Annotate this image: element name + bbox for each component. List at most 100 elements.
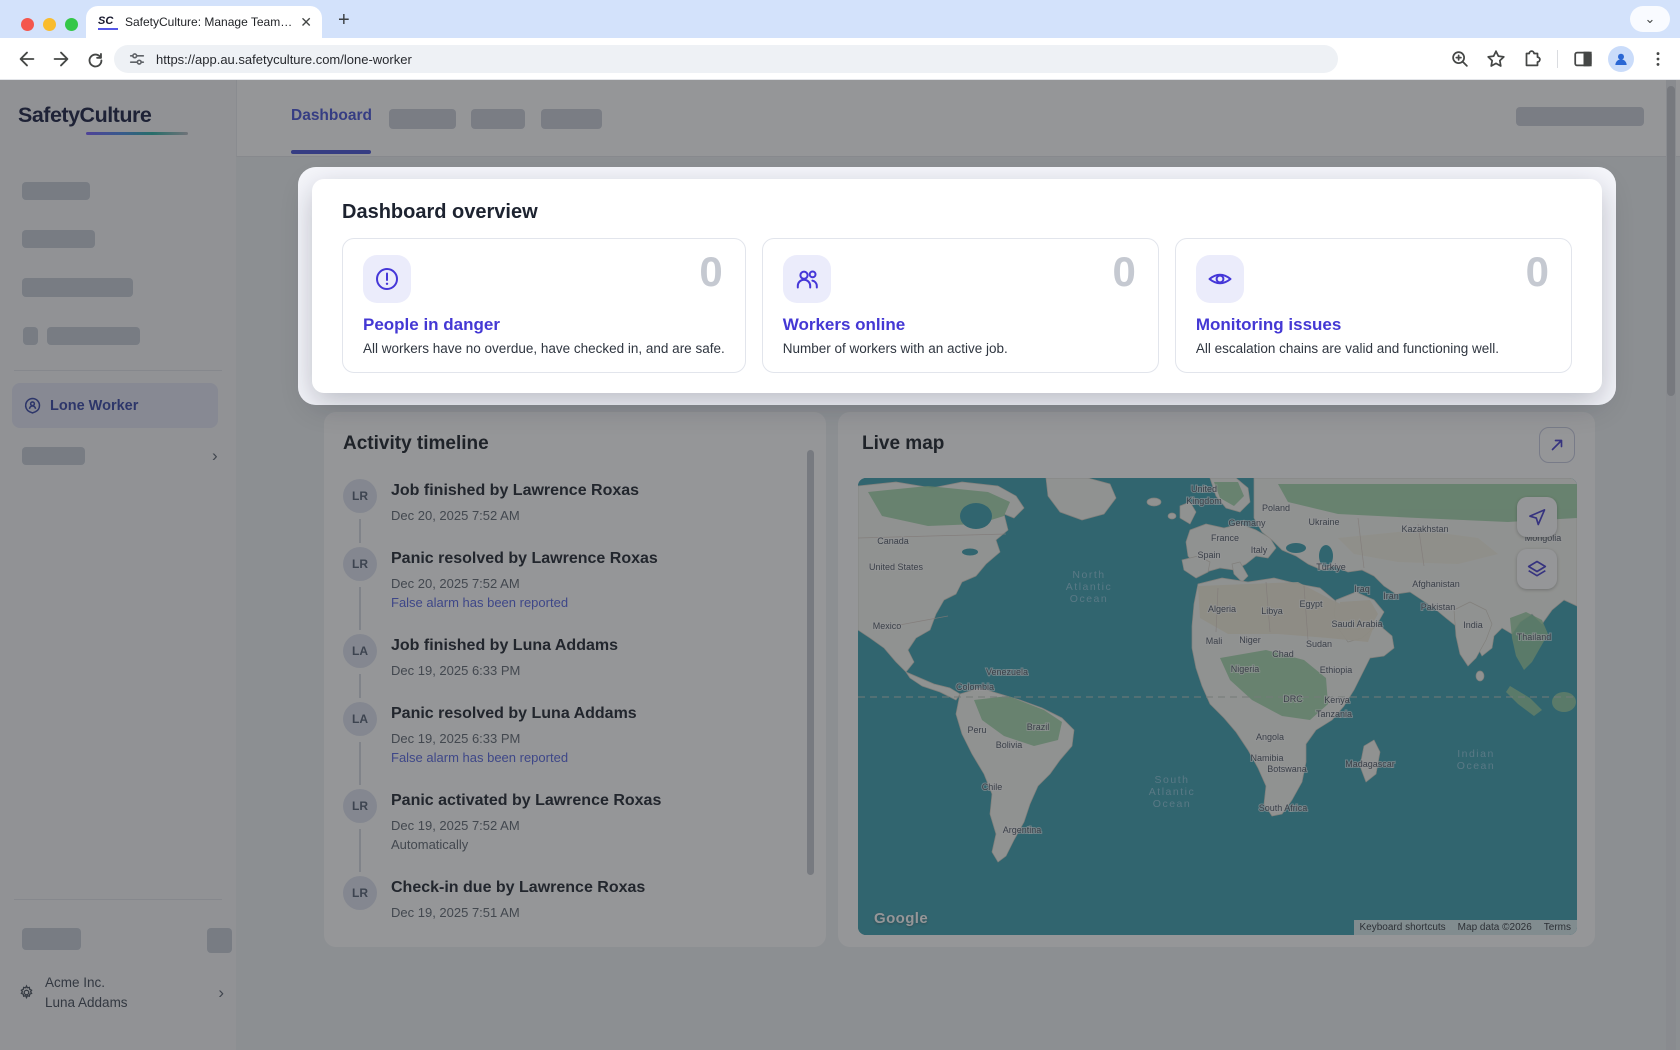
sidebar-item-lone-worker[interactable]: Lone Worker <box>12 383 218 428</box>
chevron-right-icon[interactable]: › <box>218 984 224 1001</box>
org-switcher[interactable]: Acme Inc. Luna Addams › <box>18 975 224 1010</box>
sidebar-skeleton-item <box>47 327 140 345</box>
extensions-icon[interactable] <box>1521 48 1543 70</box>
map-label: DRC <box>1283 694 1303 704</box>
window-zoom-button[interactable] <box>65 18 78 31</box>
map-label: Ethiopia <box>1320 665 1353 675</box>
overview-cards-row: 0 People in danger All workers have no o… <box>342 238 1572 373</box>
map-label: Chile <box>982 782 1003 792</box>
browser-menu-icon[interactable] <box>1648 49 1668 69</box>
map-label: Botswana <box>1267 764 1307 774</box>
person-icon <box>1612 50 1630 68</box>
map-label: SouthAtlanticOcean <box>1149 774 1195 810</box>
sidebar-skeleton-item <box>22 928 81 950</box>
map-label: Colombia <box>956 682 994 692</box>
map-label: Thailand <box>1517 632 1552 642</box>
people-in-danger-description: All workers have no overdue, have checke… <box>363 341 725 356</box>
safetyculture-logo: SafetyCulture <box>18 103 151 128</box>
false-alarm-link[interactable]: False alarm has been reported <box>391 750 637 765</box>
timeline-item: LR Panic activated by Lawrence RoxasDec 1… <box>343 789 807 852</box>
timeline-item-body: Panic resolved by Lawrence RoxasDec 20, … <box>391 547 658 610</box>
timeline-item-note: Automatically <box>391 837 661 852</box>
chevron-right-icon[interactable]: › <box>212 447 218 464</box>
timeline-item-title: Job finished by Luna Addams <box>391 635 618 657</box>
map-label: Saudi Arabia <box>1331 619 1382 629</box>
map-attribution: Keyboard shortcutsMap data ©2026Terms <box>1354 920 1578 935</box>
map-label: Chad <box>1272 649 1294 659</box>
timeline-item: LRJob finished by Lawrence RoxasDec 20, … <box>343 479 807 523</box>
tab-skeleton <box>389 109 456 129</box>
active-tab-underline <box>291 150 371 154</box>
alert-circle-icon <box>374 266 400 292</box>
map-layers-button[interactable] <box>1517 549 1557 589</box>
avatar: LR <box>343 789 377 823</box>
map-label: Argentina <box>1003 825 1042 835</box>
map-expand-button[interactable] <box>1539 427 1575 463</box>
timeline-item-body: Panic resolved by Luna AddamsDec 19, 202… <box>391 702 637 765</box>
tab-search-chevron-icon[interactable]: ⌄ <box>1630 6 1670 32</box>
map-label: Madagascar <box>1345 759 1395 769</box>
url-bar[interactable]: https://app.au.safetyculture.com/lone-wo… <box>114 45 1338 73</box>
monitoring-issues-count: 0 <box>1526 251 1549 293</box>
site-info-icon[interactable] <box>128 50 146 68</box>
map-label: Angola <box>1256 732 1284 742</box>
sidebar-skeleton-icon <box>207 928 232 953</box>
people-in-danger-link[interactable]: People in danger <box>363 315 725 335</box>
avatar: LA <box>343 634 377 668</box>
timeline-scrollbar[interactable] <box>807 450 814 875</box>
map-label: Türkiye <box>1316 562 1346 572</box>
timeline-item-body: Panic activated by Lawrence RoxasDec 19,… <box>391 789 661 852</box>
reload-icon[interactable] <box>84 48 106 70</box>
side-panel-icon[interactable] <box>1572 48 1594 70</box>
new-tab-button[interactable]: + <box>338 7 350 33</box>
expand-arrow-icon <box>1548 436 1566 454</box>
sidebar-divider <box>14 370 222 371</box>
spotlight-highlight: Dashboard overview 0 People in danger Al… <box>298 167 1616 405</box>
monitoring-issues-link[interactable]: Monitoring issues <box>1196 315 1551 335</box>
back-icon[interactable] <box>16 48 38 70</box>
timeline-item-time: Dec 19, 2025 7:51 AM <box>391 905 645 920</box>
timeline-item-title: Panic resolved by Luna Addams <box>391 703 637 725</box>
profile-avatar[interactable] <box>1608 46 1634 72</box>
people-in-danger-card: 0 People in danger All workers have no o… <box>342 238 746 373</box>
safetyculture-favicon: SC <box>98 14 118 30</box>
page-header: Dashboard <box>236 80 1680 157</box>
header-skeleton-right <box>1516 107 1644 126</box>
map-label: Iran <box>1383 591 1399 601</box>
tab-dashboard[interactable]: Dashboard <box>291 107 372 125</box>
timeline-item-title: Job finished by Lawrence Roxas <box>391 480 639 502</box>
map-locate-button[interactable] <box>1517 497 1557 537</box>
map-label: Italy <box>1251 545 1268 555</box>
map-label: Iraq <box>1354 584 1370 594</box>
world-map[interactable]: CanadaUnited StatesMexicoVenezuelaColomb… <box>858 478 1577 935</box>
window-minimize-button[interactable] <box>43 18 56 31</box>
browser-toolbar: https://app.au.safetyculture.com/lone-wo… <box>0 38 1680 80</box>
map-label: Tanzania <box>1316 709 1352 719</box>
workers-online-description: Number of workers with an active job. <box>783 341 1138 356</box>
sidebar-skeleton-icon <box>23 327 38 345</box>
keyboard-shortcuts-link[interactable]: Keyboard shortcuts <box>1354 920 1452 935</box>
tab-skeleton <box>541 109 602 129</box>
map-label: Kenya <box>1324 695 1350 705</box>
map-label: Poland <box>1262 503 1290 513</box>
google-logo[interactable]: Google <box>874 910 928 927</box>
map-label: Venezuela <box>986 667 1028 677</box>
map-label: South Africa <box>1259 803 1308 813</box>
map-label: India <box>1463 620 1483 630</box>
workers-online-link[interactable]: Workers online <box>783 315 1138 335</box>
terms-link[interactable]: Terms <box>1538 920 1577 935</box>
timeline-item-body: Job finished by Luna AddamsDec 19, 2025 … <box>391 634 618 678</box>
icon-badge <box>363 255 411 303</box>
page-scrollbar-thumb[interactable] <box>1667 86 1675 396</box>
bookmark-star-icon[interactable] <box>1485 48 1507 70</box>
window-close-button[interactable] <box>21 18 34 31</box>
map-label: Libya <box>1261 606 1283 616</box>
forward-icon[interactable] <box>50 48 72 70</box>
map-label: Bolivia <box>996 740 1023 750</box>
sidebar: SafetyCulture Lone Worker › Acme Inc. Lu… <box>0 80 236 1050</box>
browser-tab[interactable]: SC SafetyCulture: Manage Teams and… ✕ <box>86 6 322 38</box>
timeline-item-time: Dec 20, 2025 7:52 AM <box>391 508 639 523</box>
zoom-icon[interactable] <box>1449 48 1471 70</box>
false-alarm-link[interactable]: False alarm has been reported <box>391 595 658 610</box>
tab-close-icon[interactable]: ✕ <box>300 14 312 31</box>
